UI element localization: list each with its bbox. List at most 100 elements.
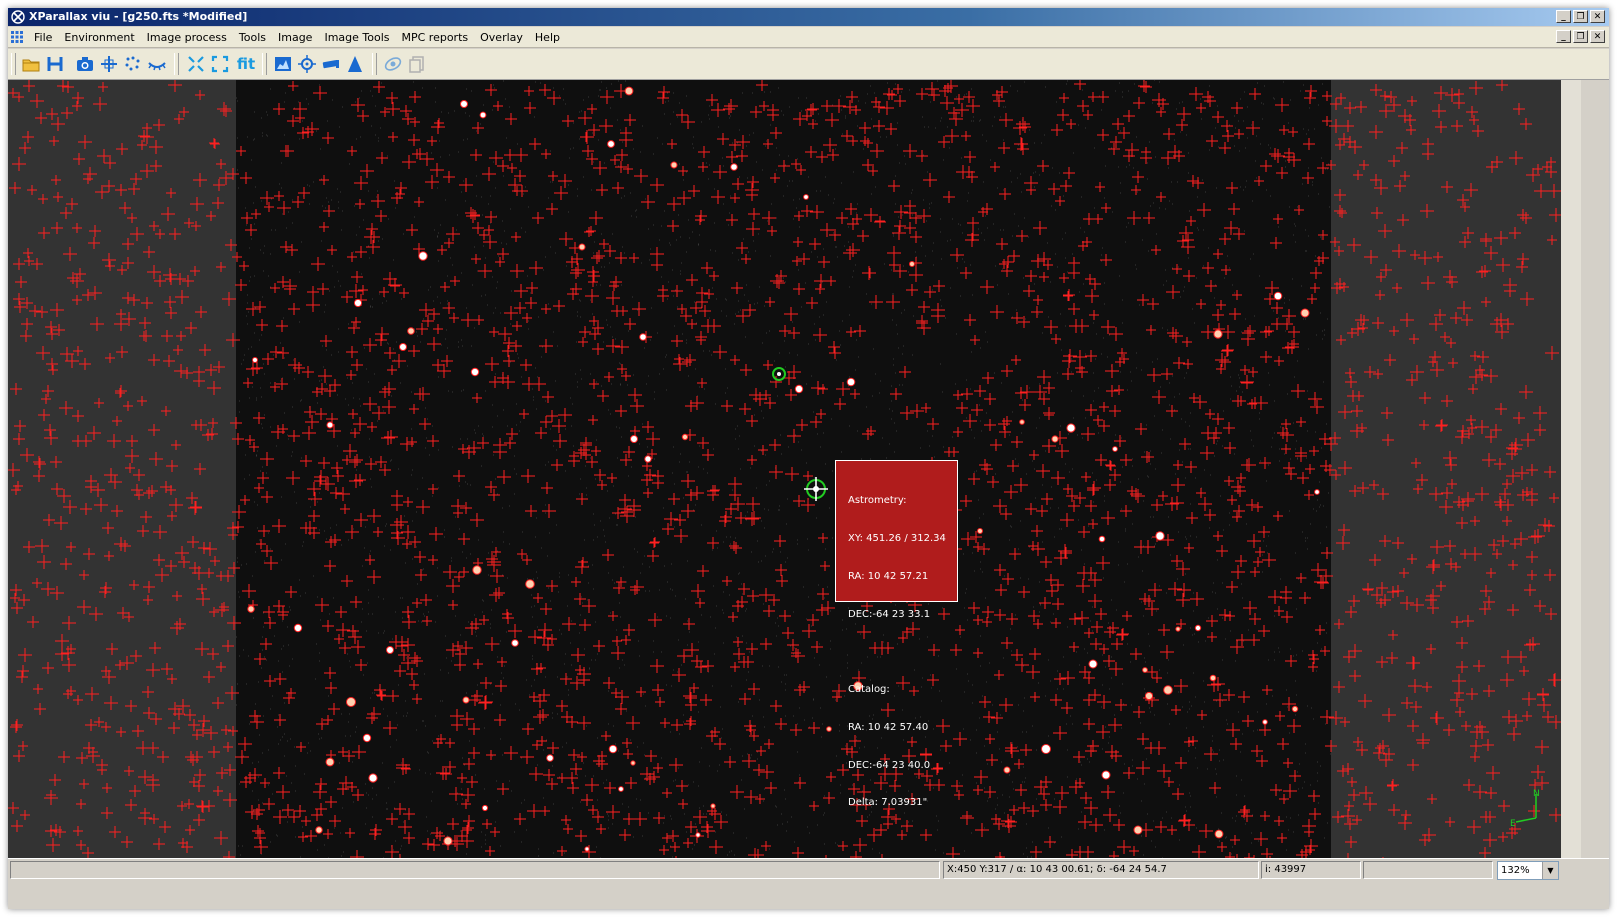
- star-blob: [525, 579, 535, 589]
- copy-icon[interactable]: [406, 53, 428, 75]
- star-blob: [1098, 535, 1106, 543]
- star-blob: [326, 421, 334, 429]
- vertical-scrollbar[interactable]: [1561, 80, 1581, 868]
- close-button[interactable]: ✕: [1590, 10, 1605, 23]
- toolbar-separator: [174, 53, 179, 75]
- window-caption-buttons: _ ❐ ✕: [1556, 10, 1605, 23]
- target-icon[interactable]: [296, 53, 318, 75]
- orbit-icon[interactable]: [382, 53, 404, 75]
- tooltip-catalog-ra: RA: 10 42 57.40: [848, 721, 929, 733]
- star-blob: [977, 528, 983, 534]
- mdi-restore-button[interactable]: ❐: [1573, 30, 1588, 43]
- star-blob: [481, 804, 489, 812]
- star-blob: [1314, 489, 1320, 495]
- status-intensity: i: 43997: [1261, 861, 1361, 879]
- zoom-value: 132%: [1501, 865, 1530, 876]
- restore-button[interactable]: ❐: [1573, 10, 1588, 23]
- astrometry-tooltip: Astrometry: XY: 451.26 / 312.34 RA: 10 4…: [835, 460, 958, 808]
- star-blob: [1133, 825, 1143, 835]
- save-icon[interactable]: [44, 53, 66, 75]
- title-bar[interactable]: XParallax viu - [g250.fts *Modified] _ ❐…: [8, 8, 1609, 26]
- histogram-icon[interactable]: [272, 53, 294, 75]
- star-blob: [511, 639, 519, 647]
- star-blob: [247, 605, 255, 613]
- star-blob: [325, 757, 335, 767]
- star-blob: [794, 384, 804, 394]
- mdi-grid-icon[interactable]: [11, 31, 23, 43]
- eyelash-icon[interactable]: [146, 53, 168, 75]
- menu-image-process[interactable]: Image process: [141, 31, 233, 44]
- chevron-down-icon[interactable]: ▼: [1542, 862, 1558, 879]
- star-blob: [607, 140, 615, 148]
- star-blob: [1214, 829, 1224, 839]
- star-blob: [460, 100, 468, 108]
- star-blob: [1142, 667, 1148, 673]
- expand-icon[interactable]: [209, 53, 231, 75]
- tooltip-ra: RA: 10 42 57.21: [848, 570, 929, 582]
- star-blob: [1144, 691, 1154, 701]
- menu-items: File Environment Image process Tools Ima…: [28, 27, 566, 47]
- star-blob: [630, 760, 636, 766]
- star-blob: [1101, 770, 1111, 780]
- star-blob: [803, 194, 809, 200]
- star-blob: [472, 565, 482, 575]
- star-blob: [1213, 329, 1223, 339]
- menu-overlay[interactable]: Overlay: [474, 31, 529, 44]
- tooltip-catalog-heading: Catalog:: [848, 684, 890, 696]
- star-dots-icon[interactable]: [122, 53, 144, 75]
- star-blob: [1051, 435, 1059, 443]
- star-blob: [1019, 419, 1025, 425]
- menu-environment[interactable]: Environment: [58, 31, 140, 44]
- zoom-select[interactable]: 132% ▼: [1497, 861, 1559, 880]
- minimize-button[interactable]: _: [1556, 10, 1571, 23]
- status-panel-blank: [1363, 861, 1493, 879]
- menu-image[interactable]: Image: [272, 31, 318, 44]
- star-blob: [1300, 308, 1310, 318]
- star-blob: [353, 298, 363, 308]
- star-blob: [624, 86, 634, 96]
- telescope-icon[interactable]: [320, 53, 342, 75]
- compass-east-label: E: [1510, 819, 1516, 828]
- star-blob: [399, 343, 407, 351]
- star-blob: [1175, 626, 1181, 632]
- toolbar-grip[interactable]: [11, 53, 16, 75]
- camera-icon[interactable]: [74, 53, 96, 75]
- compass-north-label: N: [1533, 789, 1540, 799]
- triangle-icon[interactable]: [344, 53, 366, 75]
- menu-mpc-reports[interactable]: MPC reports: [396, 31, 475, 44]
- star-blob: [252, 357, 258, 363]
- star-blob: [846, 377, 856, 387]
- crosshair-icon[interactable]: [98, 53, 120, 75]
- fits-image-canvas[interactable]: [8, 80, 1561, 868]
- star-blob: [730, 163, 738, 171]
- toolbar: fit: [8, 49, 1609, 80]
- mdi-close-button[interactable]: ✕: [1590, 30, 1605, 43]
- menu-file[interactable]: File: [28, 31, 58, 44]
- tooltip-xy: XY: 451.26 / 312.34: [848, 532, 946, 544]
- star-blob: [1155, 531, 1165, 541]
- window-frame-edge: [1581, 80, 1609, 868]
- menu-help[interactable]: Help: [529, 31, 566, 44]
- star-blob: [608, 744, 618, 754]
- star-blob: [1003, 766, 1011, 774]
- star-blob: [670, 161, 678, 169]
- fit-button[interactable]: fit: [233, 53, 259, 75]
- star-blob: [1088, 659, 1098, 669]
- status-panel-empty: [10, 861, 940, 879]
- mdi-minimize-button[interactable]: _: [1556, 30, 1571, 43]
- shrink-icon[interactable]: [185, 53, 207, 75]
- star-blob: [578, 243, 586, 251]
- image-viewport[interactable]: [8, 80, 1561, 868]
- open-folder-icon[interactable]: [20, 53, 42, 75]
- tooltip-astrometry-heading: Astrometry:: [848, 495, 907, 507]
- star-blob: [1194, 624, 1202, 632]
- star-blob: [826, 726, 832, 732]
- tooltip-catalog-dec: DEC:-64 23 40.0: [848, 759, 931, 771]
- menu-tools[interactable]: Tools: [233, 31, 272, 44]
- star-blob: [710, 803, 716, 809]
- star-blob: [1262, 719, 1268, 725]
- fit-label: fit: [236, 55, 256, 73]
- menu-image-tools[interactable]: Image Tools: [318, 31, 395, 44]
- star-blob: [418, 251, 428, 261]
- star-blob: [644, 455, 652, 463]
